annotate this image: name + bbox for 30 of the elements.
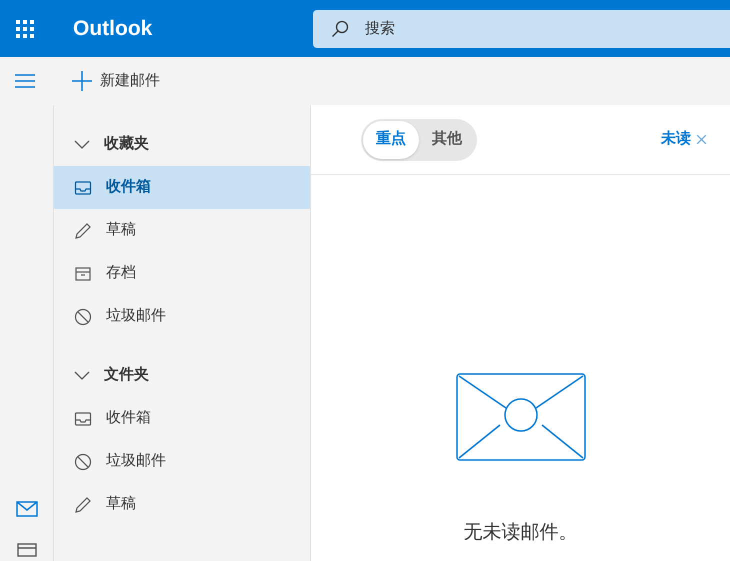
chevron-icon: [74, 140, 90, 150]
folder-item[interactable]: 存档: [54, 252, 310, 295]
folder-item[interactable]: 垃圾邮件: [54, 295, 310, 338]
search-field[interactable]: 搜索: [313, 10, 730, 48]
app-name[interactable]: Outlook: [73, 12, 313, 44]
inbox-icon: [74, 178, 92, 196]
pivot-tab[interactable]: 重点: [363, 120, 419, 158]
new-mail-button[interactable]: 新建邮件: [72, 70, 160, 92]
pencil-icon: [74, 496, 92, 514]
unread-filter[interactable]: 未读: [661, 128, 706, 151]
inbox-icon: [74, 410, 92, 428]
folder-item[interactable]: 垃圾邮件: [54, 440, 310, 483]
section-header[interactable]: 收藏夹: [54, 123, 310, 166]
plus-icon: [72, 71, 92, 91]
folder-item[interactable]: 收件箱: [54, 397, 310, 440]
calendar-icon[interactable]: [16, 543, 36, 557]
mail-icon[interactable]: [16, 501, 38, 517]
pivot-tab[interactable]: 其他: [419, 120, 475, 158]
section-header[interactable]: 文件夹: [54, 354, 310, 397]
folder-item[interactable]: 草稿: [54, 209, 310, 252]
pencil-icon: [74, 222, 92, 240]
archive-icon: [74, 264, 92, 282]
search-icon: [331, 20, 349, 38]
blocked-icon: [74, 452, 92, 470]
empty-message: 无未读邮件。: [464, 521, 578, 545]
folder-item[interactable]: 草稿: [54, 483, 310, 526]
close-icon: [697, 135, 706, 144]
folder-item[interactable]: 收件箱: [54, 166, 310, 209]
chevron-icon: [74, 370, 90, 380]
blocked-icon: [74, 308, 92, 326]
